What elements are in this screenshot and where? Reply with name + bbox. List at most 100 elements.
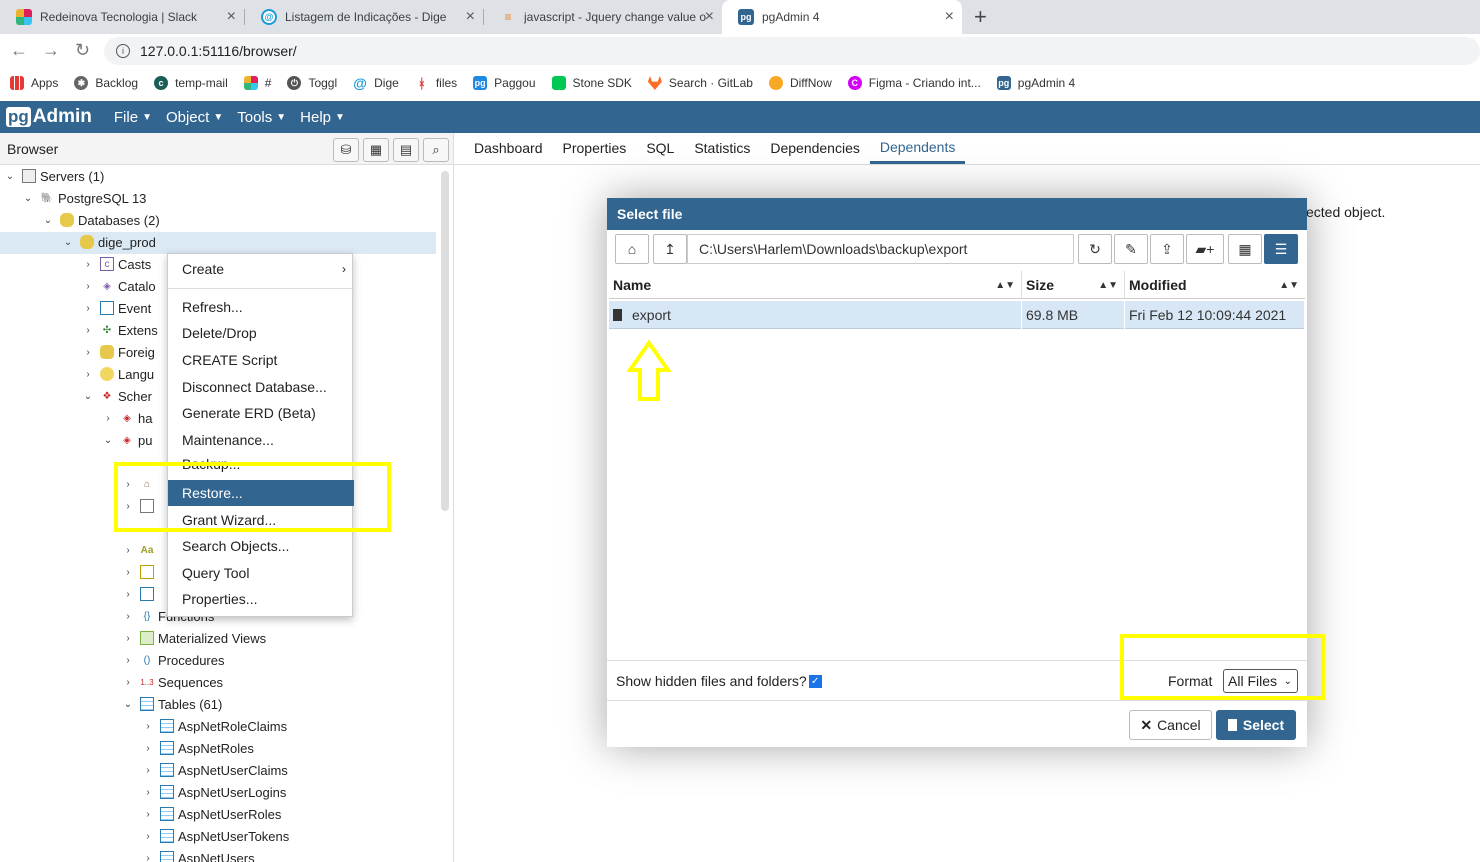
browser-tab-pgadmin[interactable]: pg pgAdmin 4 × (722, 0, 962, 34)
close-icon[interactable]: × (227, 8, 236, 26)
tree-foreign-data[interactable]: › Foreig (82, 341, 155, 363)
tree-table-row[interactable]: › AspNetRoleClaims (142, 715, 287, 737)
menu-item-search-objects[interactable]: Search Objects... (168, 533, 354, 559)
info-icon[interactable]: i (116, 44, 130, 58)
column-size[interactable]: Size ▲▼ (1022, 271, 1125, 299)
tab-dependents[interactable]: Dependents (869, 132, 966, 164)
tree-event-triggers[interactable]: › Event (82, 297, 151, 319)
chevron-right-icon: › (146, 786, 150, 798)
tree-dige-prod[interactable]: ⌄ dige_prod (62, 231, 156, 253)
menu-item-maintenance[interactable]: Maintenance... (168, 427, 354, 453)
new-tab-icon[interactable]: + (974, 4, 987, 30)
column-modified[interactable]: Modified ▲▼ (1125, 271, 1305, 299)
filter-table-icon[interactable]: ▤ (393, 138, 419, 162)
bookmark-toggl[interactable]: ⏻ Toggl (287, 76, 337, 90)
bookmark-stone[interactable]: Stone SDK (551, 76, 632, 90)
tree-fts-dict[interactable]: › (122, 561, 158, 583)
bookmark-slack[interactable]: # (243, 76, 271, 90)
close-icon[interactable]: × (705, 8, 714, 26)
tree-extensions[interactable]: › ✣ Extens (82, 319, 157, 341)
forward-icon[interactable]: → (42, 40, 60, 61)
tree-materialized-views[interactable]: › Materialized Views (122, 627, 266, 649)
tree-schema-public[interactable]: ⌄ ◈ pu (102, 429, 153, 451)
select-button[interactable]: Select (1216, 710, 1296, 740)
tree-table-row[interactable]: › AspNetUsers (142, 847, 255, 862)
tree-schemas[interactable]: ⌄ ❖ Scher (82, 385, 152, 407)
reload-icon[interactable]: ↻ (75, 40, 90, 61)
menu-item-query-tool[interactable]: Query Tool (168, 560, 354, 586)
menu-item-disconnect[interactable]: Disconnect Database... (168, 374, 354, 400)
tree-sequences[interactable]: › 1..3 Sequences (122, 671, 223, 693)
tree-catalogs[interactable]: › ◈ Catalo (82, 275, 155, 297)
menu-item-create[interactable]: Create › (168, 256, 354, 282)
browser-tab-dige[interactable]: @ Listagem de Indicações - Dige × (245, 0, 483, 34)
tree-tables[interactable]: ⌄ Tables (61) (122, 693, 223, 715)
tab-sql[interactable]: SQL (636, 132, 684, 164)
tree-table-row[interactable]: › AspNetUserClaims (142, 759, 287, 781)
tree-servers[interactable]: ⌄ Servers (1) (4, 165, 105, 187)
bookmark-pgadmin[interactable]: pg pgAdmin 4 (996, 76, 1075, 90)
upload-icon[interactable]: ⇪ (1150, 234, 1184, 264)
show-hidden-checkbox[interactable]: ✓ (808, 674, 822, 688)
home-icon[interactable]: ⌂ (615, 234, 649, 264)
menu-label: Object (165, 108, 210, 126)
browser-tab-slack[interactable]: Redeinova Tecnologia | Slack × (0, 0, 244, 34)
new-folder-icon[interactable]: ▰+ (1186, 234, 1224, 264)
tree-table-row[interactable]: › AspNetUserLogins (142, 781, 286, 803)
tree-casts[interactable]: › c Casts (82, 253, 151, 275)
tree-table-row[interactable]: › AspNetUserRoles (142, 803, 281, 825)
menu-item-delete[interactable]: Delete/Drop (168, 320, 354, 346)
tab-dashboard[interactable]: Dashboard (464, 132, 553, 164)
tree-fts[interactable]: › Aa (122, 539, 158, 561)
tree-table-row[interactable]: › AspNetRoles (142, 737, 254, 759)
grid-view-icon[interactable]: ▦ (1228, 234, 1262, 264)
bookmark-figma[interactable]: C Figma - Criando int... (847, 76, 981, 90)
browser-tab-stackoverflow[interactable]: ≡ javascript - Jquery change value o × (484, 0, 722, 34)
edit-icon[interactable]: ✎ (1114, 234, 1148, 264)
menu-item-create-script[interactable]: CREATE Script (168, 347, 354, 373)
bookmark-gitlab[interactable]: Search · GitLab (647, 76, 753, 90)
tree-foreign-tables[interactable]: › (122, 583, 158, 605)
menu-help[interactable]: Help ▼ (300, 109, 345, 126)
bookmark-diffnow[interactable]: DiffNow (768, 76, 832, 90)
tree-databases[interactable]: ⌄ Databases (2) (42, 209, 160, 231)
tree-procedures[interactable]: › () Procedures (122, 649, 224, 671)
tree-scrollbar[interactable] (441, 171, 449, 511)
tree-table-row[interactable]: › AspNetUserTokens (142, 825, 289, 847)
tab-dependencies[interactable]: Dependencies (760, 132, 870, 164)
menu-item-generate-erd[interactable]: Generate ERD (Beta) (168, 400, 354, 426)
bookmark-paggou[interactable]: pg Paggou (473, 76, 536, 90)
database-icon[interactable]: ⛁ (333, 138, 359, 162)
path-input[interactable]: C:\Users\Harlem\Downloads\backup\export (687, 234, 1074, 264)
close-icon[interactable]: × (466, 8, 475, 26)
menu-item-refresh[interactable]: Refresh... (168, 294, 354, 320)
column-label: Name (613, 277, 652, 293)
bookmark-dige[interactable]: @ Dige (353, 75, 399, 91)
close-icon[interactable]: × (945, 8, 954, 26)
tab-properties[interactable]: Properties (553, 132, 637, 164)
chevron-right-icon: › (342, 262, 346, 276)
column-name[interactable]: Name ▲▼ (609, 271, 1022, 299)
bookmark-backlog[interactable]: ✱ Backlog (74, 76, 138, 90)
search-icon[interactable]: ⌕ (423, 138, 449, 162)
refresh-icon[interactable]: ↻ (1078, 234, 1112, 264)
cancel-button[interactable]: ✕ Cancel (1129, 710, 1212, 740)
tree-schema-ha[interactable]: › ◈ ha (102, 407, 152, 429)
tab-statistics[interactable]: Statistics (684, 132, 760, 164)
bookmark-temp-mail[interactable]: c temp-mail (154, 76, 228, 90)
bookmark-apps[interactable]: Apps (10, 76, 58, 90)
level-up-icon[interactable]: ↥ (653, 234, 687, 264)
menu-file[interactable]: File ▼ (114, 109, 152, 126)
url-input[interactable]: i 127.0.0.1:51116/browser/ (104, 37, 1480, 65)
tree-languages[interactable]: › Langu (82, 363, 154, 385)
back-icon[interactable]: ← (10, 40, 28, 61)
bookmark-files[interactable]: ᚼ files (415, 76, 457, 91)
file-row[interactable]: export 69.8 MB Fri Feb 12 10:09:44 2021 (609, 301, 1305, 329)
menu-item-properties[interactable]: Properties... (168, 586, 354, 612)
tree-postgresql[interactable]: ⌄ 🐘 PostgreSQL 13 (22, 187, 147, 209)
menu-object[interactable]: Object ▼ (166, 109, 223, 126)
table-icon[interactable]: ▦ (363, 138, 389, 162)
menu-tools[interactable]: Tools ▼ (237, 109, 286, 126)
list-view-icon[interactable]: ☰ (1264, 234, 1298, 264)
show-hidden-option[interactable]: Show hidden files and folders? ✓ (616, 673, 822, 689)
